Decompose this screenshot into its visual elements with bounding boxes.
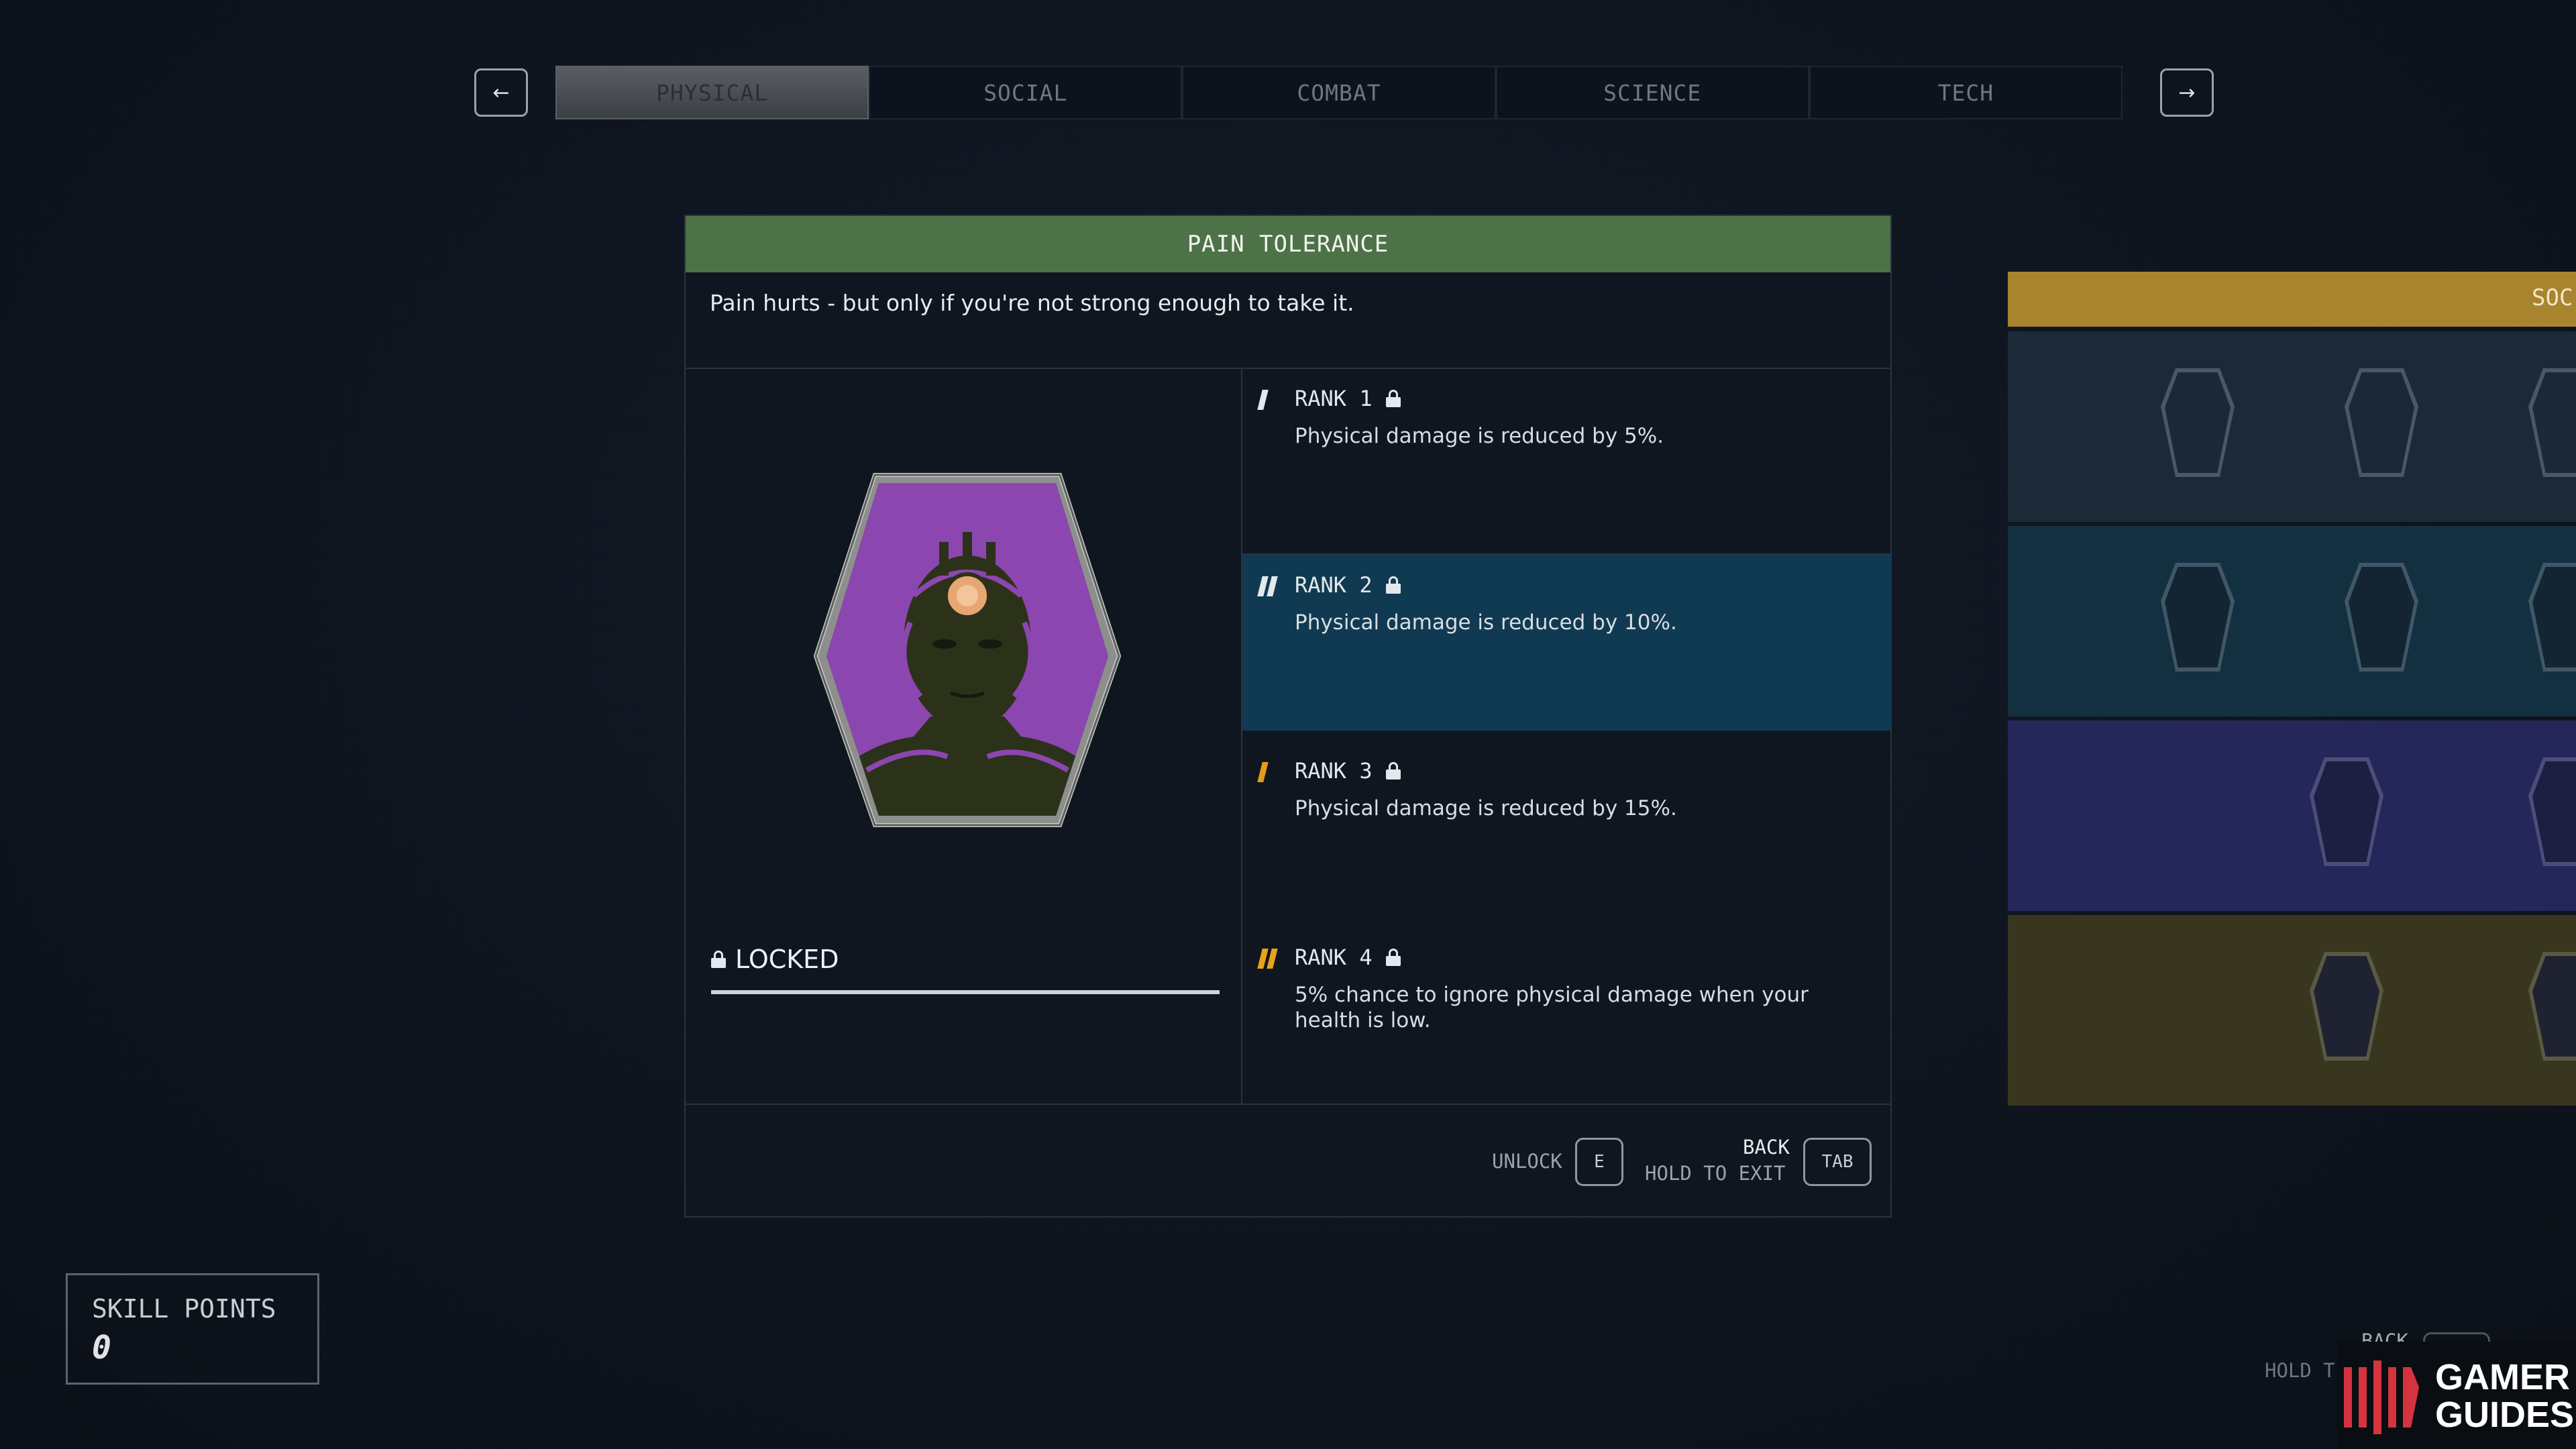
divider <box>686 1104 1890 1105</box>
perk-icon[interactable] <box>2345 368 2418 477</box>
rank-label: RANK 2 <box>1295 572 1373 598</box>
rank-progress-bar <box>711 990 1220 994</box>
prev-category-button[interactable]: ← <box>474 68 528 117</box>
perk-icon[interactable] <box>2310 952 2383 1061</box>
rank-description: Physical damage is reduced by 10%. <box>1295 610 1677 635</box>
perk-icon[interactable] <box>2528 563 2576 672</box>
skill-points-box: SKILL POINTS 0 <box>66 1273 319 1385</box>
perk-icon[interactable] <box>2528 952 2576 1061</box>
rank-row-2[interactable]: RANK 2 Physical damage is reduced by 10%… <box>1242 555 1892 731</box>
rank-pips <box>1257 762 1269 782</box>
skill-points-value: 0 <box>92 1329 111 1366</box>
gamer-guides-logo-icon <box>2344 1360 2419 1434</box>
perk-icon[interactable] <box>2528 368 2576 477</box>
social-column-title: SOC <box>2532 284 2573 311</box>
lock-icon <box>711 951 726 968</box>
hold-exit-hint: HOLD TO EXIT <box>1645 1162 1786 1185</box>
locked-label: LOCKED <box>735 945 839 974</box>
back-hint: BACK <box>1743 1136 1790 1159</box>
rank-row-4[interactable]: RANK 4 5% chance to ignore physical dama… <box>1242 927 1892 1112</box>
tab-combat[interactable]: COMBAT <box>1182 66 1496 119</box>
perk-row <box>2008 915 2576 1106</box>
rank-description: 5% chance to ignore physical damage when… <box>1295 983 1809 1032</box>
rank-pips <box>1257 390 1269 410</box>
rank-row-3[interactable]: RANK 3 Physical damage is reduced by 15%… <box>1242 741 1892 926</box>
pain-tolerance-badge-icon <box>813 473 1122 827</box>
arrow-right-icon: → <box>2178 80 2196 105</box>
rank-label: RANK 3 <box>1295 758 1373 784</box>
perk-row <box>2008 526 2576 716</box>
skill-detail-panel: PAIN TOLERANCE Pain hurts - but only if … <box>684 215 1892 1218</box>
tab-physical[interactable]: PHYSICAL <box>555 66 869 119</box>
arrow-left-icon: ← <box>492 80 510 105</box>
rank-pips <box>1257 576 1278 596</box>
perk-row <box>2008 720 2576 911</box>
rank-pips <box>1257 949 1278 969</box>
rank-label: RANK 4 <box>1295 945 1373 970</box>
lock-icon <box>1385 576 1401 594</box>
watermark-line-1: GAMER <box>2435 1357 2570 1397</box>
skill-description: Pain hurts - but only if you're not stro… <box>710 290 1354 316</box>
category-tabs: PHYSICAL SOCIAL COMBAT SCIENCE TECH <box>555 66 2123 119</box>
back-key-button[interactable]: TAB <box>1803 1138 1872 1186</box>
unlock-key-button[interactable]: E <box>1575 1138 1623 1186</box>
next-category-button[interactable]: → <box>2160 68 2214 117</box>
tab-tech[interactable]: TECH <box>1809 66 2123 119</box>
tab-social[interactable]: SOCIAL <box>869 66 1183 119</box>
hold-exit-hint: HOLD T <box>2265 1359 2335 1382</box>
rank-description: Physical damage is reduced by 15%. <box>1295 796 1677 820</box>
skill-points-label: SKILL POINTS <box>92 1294 276 1324</box>
rank-row-1[interactable]: RANK 1 Physical damage is reduced by 5%. <box>1242 368 1892 553</box>
rank-label: RANK 1 <box>1295 386 1373 411</box>
skill-title: PAIN TOLERANCE <box>686 216 1890 272</box>
tab-science[interactable]: SCIENCE <box>1495 66 1809 119</box>
lock-icon <box>1385 390 1401 407</box>
perk-row <box>2008 331 2576 522</box>
gamer-guides-logo: GAMER GUIDES <box>2337 1342 2576 1449</box>
perk-icon[interactable] <box>2528 757 2576 866</box>
perk-icon[interactable] <box>2310 757 2383 866</box>
perk-icon[interactable] <box>2161 563 2235 672</box>
unlock-hint: UNLOCK <box>1492 1150 1562 1173</box>
perk-icon[interactable] <box>2161 368 2235 477</box>
perk-icon[interactable] <box>2345 563 2418 672</box>
lock-icon <box>1385 762 1401 780</box>
social-column-header <box>2008 272 2576 327</box>
watermark-line-2: GUIDES <box>2435 1395 2575 1435</box>
rank-description: Physical damage is reduced by 5%. <box>1295 424 1664 448</box>
locked-status: LOCKED <box>711 945 839 974</box>
lock-icon <box>1385 949 1401 966</box>
